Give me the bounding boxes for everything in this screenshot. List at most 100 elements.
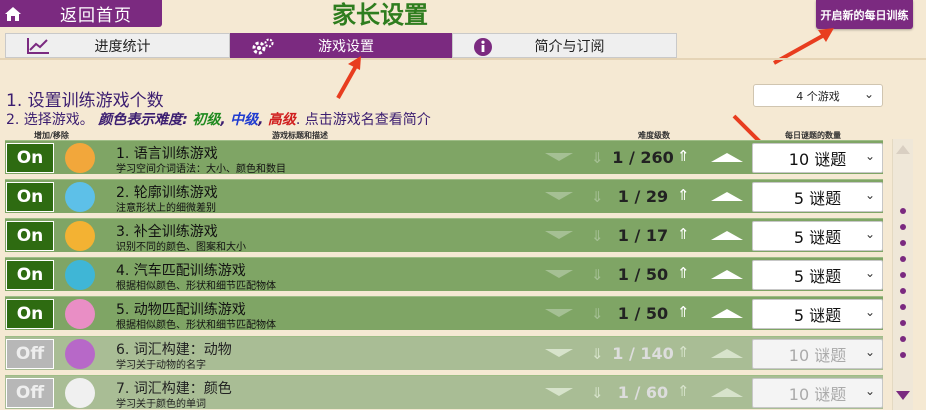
puzzle-count-select[interactable]: 10 谜题 ⌄ — [752, 339, 883, 369]
puzzle-count-value: 5 谜题 — [793, 306, 842, 325]
chevron-down-icon: ⌄ — [864, 227, 875, 241]
game-description: 识别不同的颜色、图案和大小 — [116, 242, 246, 253]
game-row: On 5. 动物匹配训练游戏 根据相似颜色、形状和细节匹配物体 ⇓ 1 / 50 ⇑ 5 谜… — [5, 296, 883, 331]
scroll-dot — [900, 272, 906, 278]
colors-label: 颜色表示难度: — [98, 112, 188, 128]
level-up-fast-icon[interactable] — [711, 231, 743, 240]
level-up-fast-icon[interactable] — [711, 309, 743, 318]
scroll-dot — [900, 320, 906, 326]
difficulty-level: 1 / 29 — [617, 187, 669, 206]
level-down-fast-icon[interactable] — [545, 270, 573, 278]
level-down-icon[interactable]: ⇓ — [591, 384, 604, 402]
puzzle-count-value: 10 谜题 — [788, 385, 847, 404]
level-down-icon[interactable]: ⇓ — [591, 345, 604, 363]
level-down-fast-icon[interactable] — [545, 388, 573, 396]
scroll-dot — [900, 352, 906, 358]
puzzle-count-select[interactable]: 10 谜题 ⌄ — [752, 378, 883, 408]
chevron-down-icon: ⌄ — [864, 305, 875, 319]
difficulty-hard: 高级 — [267, 112, 296, 128]
game-row: On 2. 轮廓训练游戏 注意形状上的细微差别 ⇓ 1 / 29 ⇑ 5 谜题 ⌄ — [5, 179, 883, 214]
chevron-down-icon: ⌄ — [864, 345, 875, 359]
chevron-down-icon: ⌄ — [864, 266, 875, 280]
games-count-value: 4 个游戏 — [796, 89, 840, 103]
home-button[interactable]: 返回首页 — [0, 0, 162, 27]
level-down-fast-icon[interactable] — [545, 192, 573, 200]
level-down-icon[interactable]: ⇓ — [591, 227, 604, 245]
level-down-fast-icon[interactable] — [545, 309, 573, 317]
puzzle-count-value: 10 谜题 — [788, 150, 847, 169]
game-toggle-button[interactable]: Off — [6, 339, 54, 369]
level-down-fast-icon[interactable] — [545, 349, 573, 357]
puzzle-count-value: 5 谜题 — [793, 228, 842, 247]
difficulty-level: 1 / 140 — [612, 344, 674, 363]
difficulty-mid: 中级 — [230, 112, 259, 128]
scroll-down-icon[interactable] — [896, 391, 910, 400]
game-description: 注意形状上的细微差别 — [116, 203, 216, 214]
animal-icon — [65, 339, 95, 369]
level-down-icon[interactable]: ⇓ — [591, 266, 604, 284]
tab-underline — [0, 58, 926, 60]
puzzle-count-select[interactable]: 5 谜题 ⌄ — [752, 182, 883, 212]
tab-progress[interactable]: 进度统计 — [5, 33, 230, 58]
puzzle-count-select[interactable]: 5 谜题 ⌄ — [752, 221, 883, 251]
level-down-icon[interactable]: ⇓ — [591, 188, 604, 206]
level-up-fast-icon[interactable] — [711, 192, 743, 201]
tab-intro-subscribe[interactable]: 简介与订阅 — [452, 33, 677, 58]
colors-icon — [65, 378, 95, 408]
page-title: 家长设置 — [332, 1, 428, 29]
puzzle-count-select[interactable]: 5 谜题 ⌄ — [752, 299, 883, 329]
pig-icon — [65, 299, 95, 329]
car-icon — [65, 260, 95, 290]
level-up-fast-icon[interactable] — [711, 349, 743, 358]
level-up-icon[interactable]: ⇑ — [677, 343, 690, 361]
level-up-icon[interactable]: ⇑ — [677, 264, 690, 282]
section-heading-select: 2. 选择游戏。 颜色表示难度: 初级, 中级, 高级. 点击游戏名查看简介 — [6, 112, 431, 128]
level-down-icon[interactable]: ⇓ — [591, 149, 604, 167]
scroll-dot — [900, 240, 906, 246]
chevron-down-icon: ⌄ — [864, 149, 875, 163]
level-up-fast-icon[interactable] — [711, 153, 743, 162]
scroll-up-icon[interactable] — [896, 145, 910, 154]
tab-intro-subscribe-label: 简介与订阅 — [534, 38, 605, 55]
scroll-dot — [900, 256, 906, 262]
level-down-fast-icon[interactable] — [545, 153, 573, 161]
puzzle-count-value: 5 谜题 — [793, 267, 842, 286]
game-row: On 1. 语言训练游戏 学习空间介词语法：大小、颜色和数目 ⇓ 1 / 260 ⇑ 10 … — [5, 140, 883, 175]
level-down-fast-icon[interactable] — [545, 231, 573, 239]
game-toggle-button[interactable]: On — [6, 221, 54, 251]
chevron-down-icon: ⌄ — [864, 384, 875, 398]
games-count-select[interactable]: 4 个游戏 ⌄ — [753, 84, 883, 107]
game-toggle-button[interactable]: On — [6, 143, 54, 173]
select-suffix: . 点击游戏名查看简介 — [295, 112, 431, 128]
chevron-down-icon: ⌄ — [863, 87, 874, 101]
scrollbar[interactable] — [892, 139, 913, 410]
scroll-dot — [900, 304, 906, 310]
level-up-icon[interactable]: ⇑ — [677, 147, 690, 165]
game-toggle-button[interactable]: Off — [6, 378, 54, 408]
annotation-arrow-tab — [336, 56, 361, 99]
game-toggle-button[interactable]: On — [6, 260, 54, 290]
puzzle-icon — [65, 221, 95, 251]
home-label: 返回首页 — [60, 6, 132, 26]
game-toggle-button[interactable]: On — [6, 182, 54, 212]
level-up-fast-icon[interactable] — [711, 270, 743, 279]
game-row: Off 6. 词汇构建：动物 学习关于动物的名字 ⇓ 1 / 140 ⇑ 10 谜题 ⌄ — [5, 336, 883, 371]
scroll-dot — [900, 224, 906, 230]
game-row: Off 7. 词汇构建：颜色 学习关于颜色的单词 ⇓ 1 / 60 ⇑ 10 谜题 ⌄ — [5, 375, 883, 410]
difficulty-level: 1 / 50 — [617, 304, 669, 323]
level-up-icon[interactable]: ⇑ — [677, 382, 690, 400]
chevron-down-icon: ⌄ — [864, 188, 875, 202]
home-icon — [0, 0, 26, 27]
scroll-dot — [900, 288, 906, 294]
book-icon — [65, 143, 95, 173]
game-description: 根据相似颜色、形状和细节匹配物体 — [116, 320, 276, 331]
level-up-icon[interactable]: ⇑ — [677, 186, 690, 204]
level-down-icon[interactable]: ⇓ — [591, 305, 604, 323]
puzzle-count-select[interactable]: 5 谜题 ⌄ — [752, 260, 883, 290]
puzzle-count-select[interactable]: 10 谜题 ⌄ — [752, 143, 883, 173]
level-up-icon[interactable]: ⇑ — [677, 225, 690, 243]
scroll-dot — [900, 336, 906, 342]
game-toggle-button[interactable]: On — [6, 299, 54, 329]
level-up-fast-icon[interactable] — [711, 388, 743, 397]
level-up-icon[interactable]: ⇑ — [677, 303, 690, 321]
